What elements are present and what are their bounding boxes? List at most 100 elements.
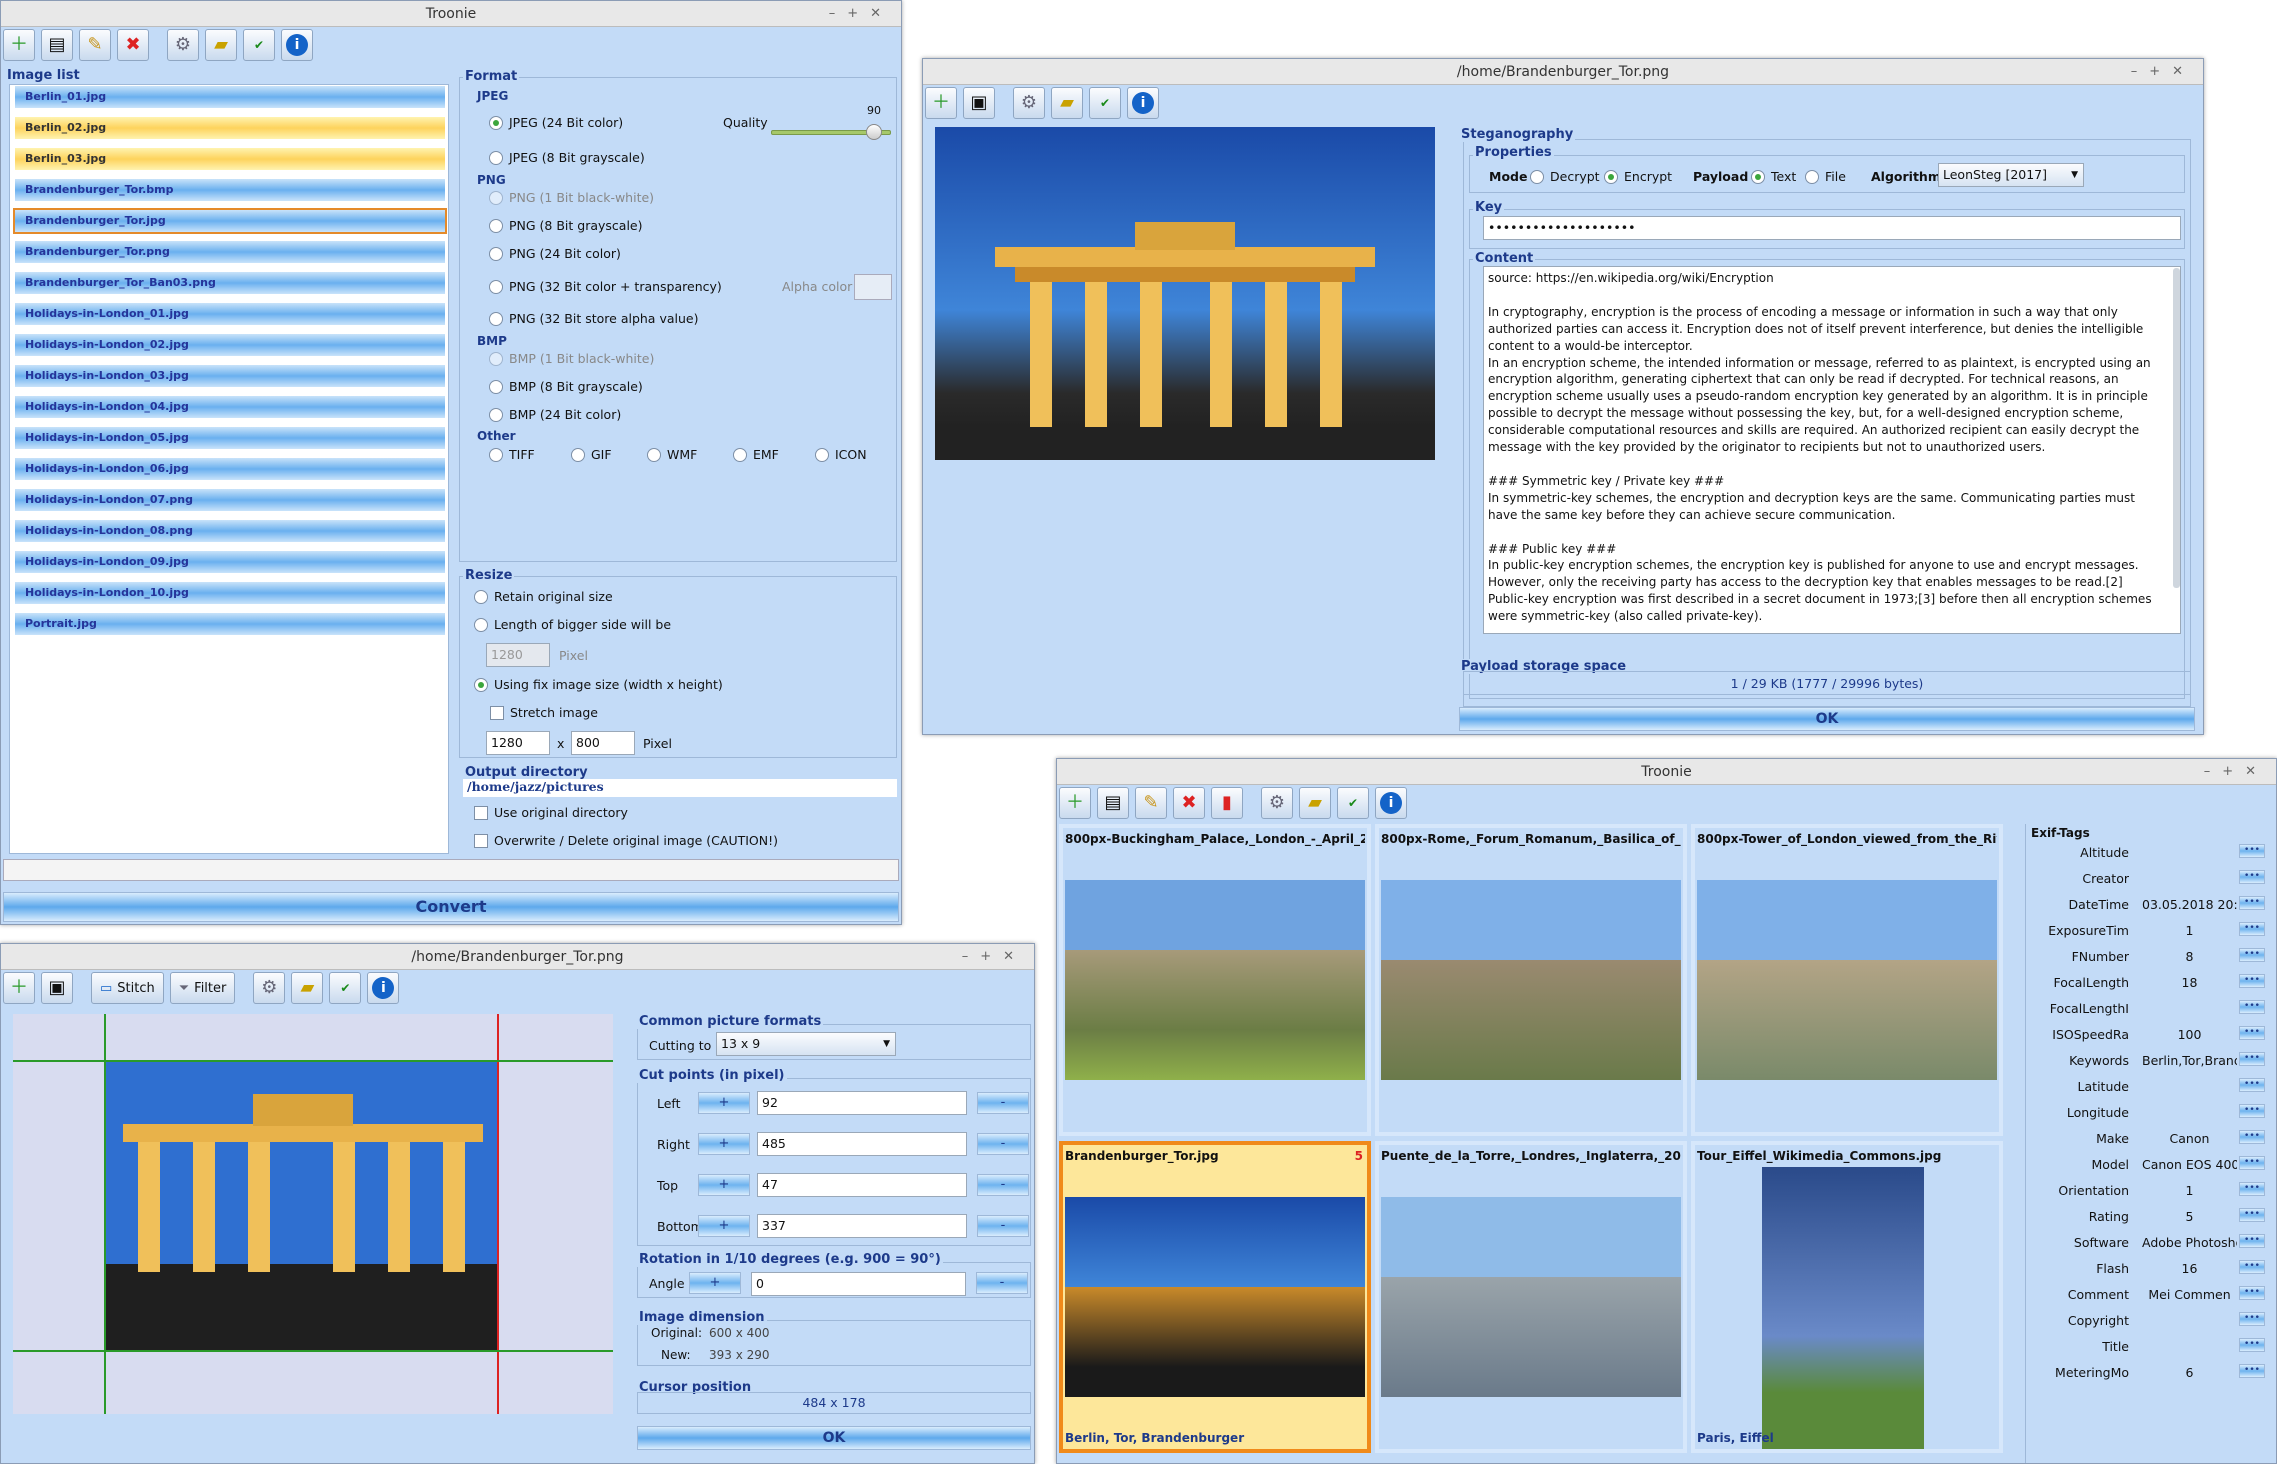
thumbnail[interactable]: Brandenburger_Tor.jpg 5 Berlin, Tor, Brand… — [1059, 1141, 1371, 1453]
width-input[interactable]: 1280 — [486, 731, 550, 755]
outdir-input[interactable]: /home/jazz/pictures — [463, 779, 897, 797]
algorithm-select[interactable]: LeonSteg [2017] ▼ — [1938, 163, 2084, 187]
icon-radio[interactable] — [815, 448, 829, 462]
left-minus-button[interactable]: - — [977, 1092, 1029, 1114]
broom-icon[interactable]: ✎ — [79, 29, 111, 61]
trash-icon[interactable]: ▮ — [1211, 787, 1243, 819]
content-scrollbar[interactable] — [2173, 268, 2180, 588]
add-icon[interactable]: ＋ — [3, 972, 35, 1004]
crop-canvas[interactable] — [13, 1014, 613, 1414]
thumbnail[interactable]: 800px-Rome,_Forum_Romanum,_Basilica_of_M… — [1375, 824, 1687, 1136]
exif-edit-button[interactable]: ••• — [2239, 844, 2265, 858]
exif-edit-button[interactable]: ••• — [2239, 1260, 2265, 1274]
folder-icon[interactable]: ▰ — [291, 972, 324, 1004]
exif-value[interactable]: 1 — [2142, 923, 2237, 938]
ok-button[interactable]: OK — [1459, 707, 2195, 731]
stretch-checkbox[interactable] — [490, 706, 504, 720]
add-icon[interactable]: ＋ — [1059, 787, 1091, 819]
save-icon[interactable]: ▣ — [41, 972, 73, 1004]
top-plus-button[interactable]: + — [698, 1174, 750, 1196]
exif-value[interactable]: Canon — [2142, 1131, 2237, 1146]
image-list-item[interactable]: Holidays-in-London_08.png — [15, 520, 445, 542]
thumbnail[interactable]: Puente_de_la_Torre,_Londres,_Inglaterra,… — [1375, 1141, 1687, 1453]
gif-radio[interactable] — [571, 448, 585, 462]
exif-value[interactable]: Mei Commen — [2142, 1287, 2237, 1302]
gear-icon[interactable]: ⚙ — [167, 29, 199, 61]
exif-value[interactable]: 1 — [2142, 1183, 2237, 1198]
angle-minus-button[interactable]: - — [976, 1272, 1028, 1294]
jpeg8-radio[interactable] — [489, 151, 503, 165]
image-list-item[interactable]: Holidays-in-London_07.png — [15, 489, 445, 511]
exif-edit-button[interactable]: ••• — [2239, 1130, 2265, 1144]
exif-value[interactable]: 03.05.2018 20:10:29 — [2142, 897, 2237, 912]
key-input[interactable]: •••••••••••••••••••• — [1483, 216, 2181, 240]
bmp24-radio[interactable] — [489, 408, 503, 422]
document-icon[interactable]: ▤ — [41, 29, 73, 61]
exif-edit-button[interactable]: ••• — [2239, 922, 2265, 936]
left-plus-button[interactable]: + — [698, 1092, 750, 1114]
quality-slider[interactable] — [771, 124, 891, 140]
exif-value[interactable]: 6 — [2142, 1365, 2237, 1380]
bottom-plus-button[interactable]: + — [698, 1215, 750, 1237]
image-list-item[interactable]: Holidays-in-London_04.jpg — [15, 396, 445, 418]
png32s-radio[interactable] — [489, 312, 503, 326]
convert-button[interactable]: Convert — [3, 892, 899, 922]
exif-edit-button[interactable]: ••• — [2239, 1312, 2265, 1326]
content-textarea[interactable]: source: https://en.wikipedia.org/wiki/En… — [1483, 266, 2181, 634]
exif-edit-button[interactable]: ••• — [2239, 1000, 2265, 1014]
bottom-minus-button[interactable]: - — [977, 1215, 1029, 1237]
exif-edit-button[interactable]: ••• — [2239, 896, 2265, 910]
exif-edit-button[interactable]: ••• — [2239, 1338, 2265, 1352]
use-orig-checkbox[interactable] — [474, 806, 488, 820]
bigger-radio[interactable] — [474, 618, 488, 632]
folder-icon[interactable]: ▰ — [205, 29, 237, 61]
cutting-select[interactable]: 13 x 9 ▼ — [716, 1032, 896, 1056]
file-radio[interactable] — [1805, 170, 1819, 184]
png8-radio[interactable] — [489, 219, 503, 233]
fix-radio[interactable] — [474, 678, 488, 692]
exif-value[interactable]: 18 — [2142, 975, 2237, 990]
folder-icon[interactable]: ▰ — [1051, 87, 1083, 119]
exif-edit-button[interactable]: ••• — [2239, 1364, 2265, 1378]
delete-icon[interactable]: ✖ — [117, 29, 149, 61]
save-icon[interactable]: ▣ — [963, 87, 995, 119]
window-controls[interactable]: –+✕ — [962, 944, 1026, 970]
image-list-item[interactable]: Brandenburger_Tor_Ban03.png — [15, 272, 445, 294]
spellcheck-icon[interactable]: ✔ — [243, 29, 275, 61]
right-minus-button[interactable]: - — [977, 1133, 1029, 1155]
exif-edit-button[interactable]: ••• — [2239, 1026, 2265, 1040]
encrypt-radio[interactable] — [1604, 170, 1618, 184]
exif-value[interactable]: 16 — [2142, 1261, 2237, 1276]
exif-value[interactable]: 8 — [2142, 949, 2237, 964]
top-input[interactable]: 47 — [757, 1173, 967, 1197]
png32-radio[interactable] — [489, 280, 503, 294]
jpeg24-radio[interactable] — [489, 116, 503, 130]
window-controls[interactable]: –+✕ — [2204, 759, 2268, 785]
left-input[interactable]: 92 — [757, 1091, 967, 1115]
bmp8-radio[interactable] — [489, 380, 503, 394]
bigger-input[interactable]: 1280 — [486, 643, 550, 667]
emf-radio[interactable] — [733, 448, 747, 462]
exif-edit-button[interactable]: ••• — [2239, 1208, 2265, 1222]
spellcheck-icon[interactable]: ✔ — [1337, 787, 1369, 819]
window-controls[interactable]: –+✕ — [2131, 59, 2195, 85]
exif-edit-button[interactable]: ••• — [2239, 1182, 2265, 1196]
png24-radio[interactable] — [489, 247, 503, 261]
gear-icon[interactable]: ⚙ — [253, 972, 286, 1004]
image-list-item[interactable]: Brandenburger_Tor.bmp — [15, 179, 445, 201]
window-controls[interactable]: –+✕ — [829, 1, 893, 27]
exif-value[interactable]: 5 — [2142, 1209, 2237, 1224]
folder-icon[interactable]: ▰ — [1299, 787, 1331, 819]
image-list-item[interactable]: Holidays-in-London_10.jpg — [15, 582, 445, 604]
exif-edit-button[interactable]: ••• — [2239, 1052, 2265, 1066]
add-icon[interactable]: ＋ — [925, 87, 957, 119]
filter-button[interactable]: ⏷ Filter — [169, 972, 236, 1004]
broom-icon[interactable]: ✎ — [1135, 787, 1167, 819]
exif-edit-button[interactable]: ••• — [2239, 948, 2265, 962]
exif-edit-button[interactable]: ••• — [2239, 974, 2265, 988]
angle-plus-button[interactable]: + — [689, 1272, 741, 1294]
image-list-item[interactable]: Berlin_03.jpg — [15, 148, 445, 170]
thumbnail[interactable]: Tour_Eiffel_Wikimedia_Commons.jpg Paris, … — [1691, 1141, 2003, 1453]
thumbnail[interactable]: 800px-Tower_of_London_viewed_from_the_Ri… — [1691, 824, 2003, 1136]
add-icon[interactable]: ＋ — [3, 29, 35, 61]
